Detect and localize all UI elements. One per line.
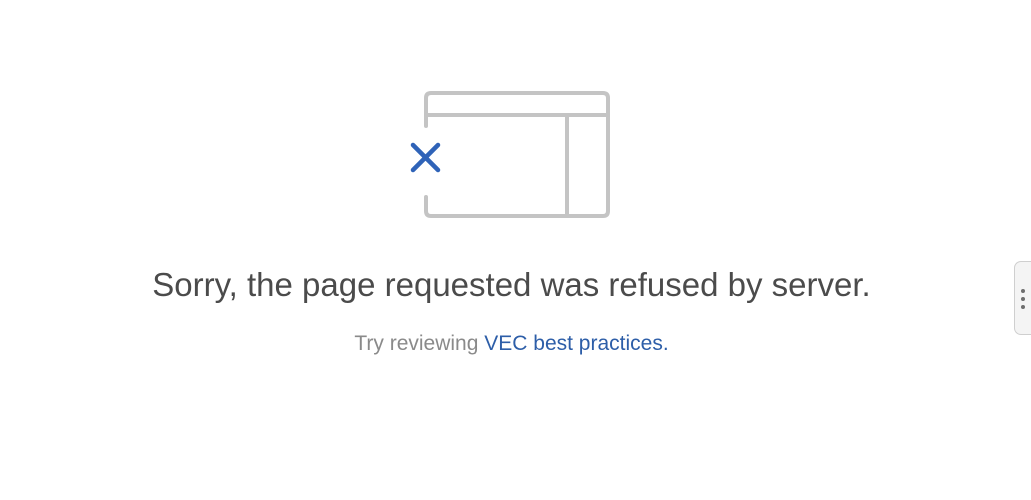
error-message: Sorry, the page requested was refused by…: [152, 266, 871, 303]
best-practices-link[interactable]: VEC best practices.: [484, 332, 668, 355]
close-icon: [410, 142, 441, 173]
side-panel-handle[interactable]: [1014, 261, 1031, 335]
hint-prefix: Try reviewing: [354, 332, 485, 355]
hint-text: Try reviewing VEC best practices.: [0, 332, 1023, 356]
blocked-window-icon: [410, 91, 610, 218]
error-page: Sorry, the page requested was refused by…: [0, 0, 1031, 500]
more-vertical-icon: [1021, 289, 1025, 309]
